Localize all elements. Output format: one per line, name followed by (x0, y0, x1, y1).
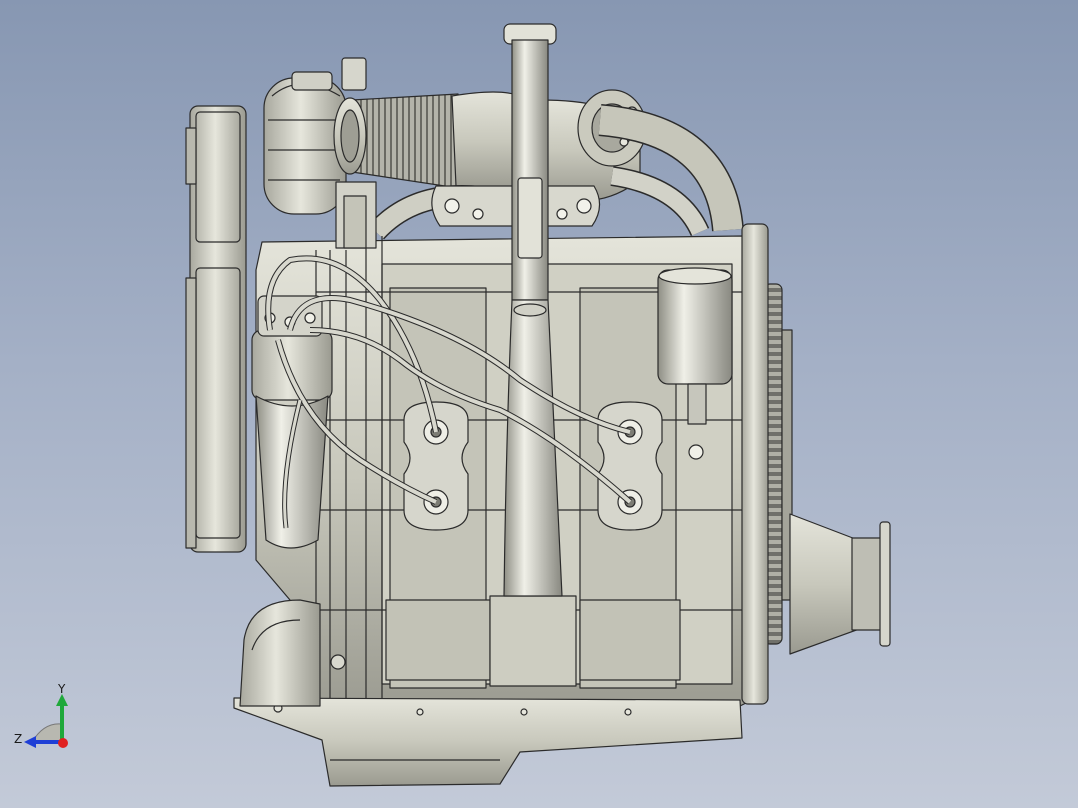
z-axis-label: Z (14, 732, 23, 746)
y-axis-label: Y (58, 682, 66, 696)
engine-model[interactable] (0, 0, 1078, 808)
pulley-belt-cover[interactable] (185, 105, 247, 553)
origin-dot (58, 738, 68, 748)
flywheel-ring-gear[interactable] (741, 223, 793, 705)
water-pump-elbow[interactable] (239, 599, 321, 707)
bracket[interactable] (335, 181, 377, 249)
air-filter[interactable] (333, 93, 469, 189)
z-arrowhead (24, 736, 36, 748)
oil-pan[interactable] (233, 697, 743, 787)
output-flange[interactable] (789, 513, 891, 655)
graphics-viewport[interactable]: Y Z (0, 0, 1078, 808)
view-orientation-triad[interactable]: Y Z (10, 682, 80, 754)
